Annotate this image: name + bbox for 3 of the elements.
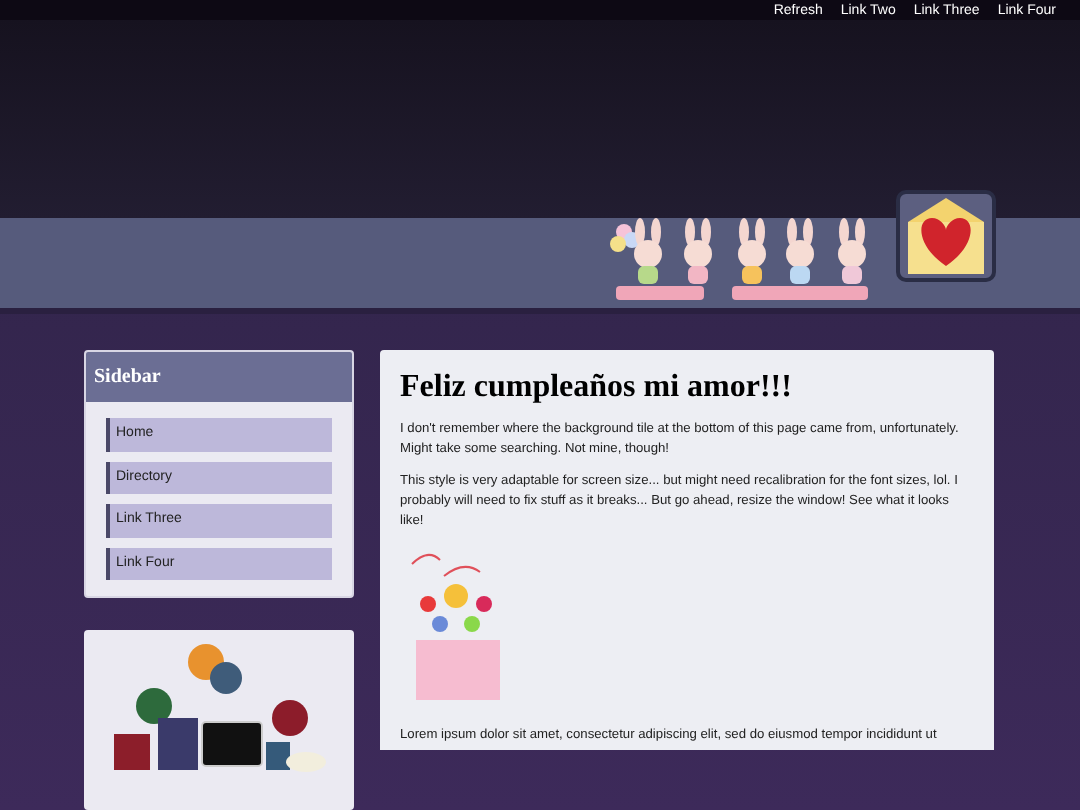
heart-envelope-icon[interactable] [896,190,996,282]
page-heading: Feliz cumpleaños mi amor!!! [400,368,794,408]
sidebar-title: Sidebar [86,352,352,402]
